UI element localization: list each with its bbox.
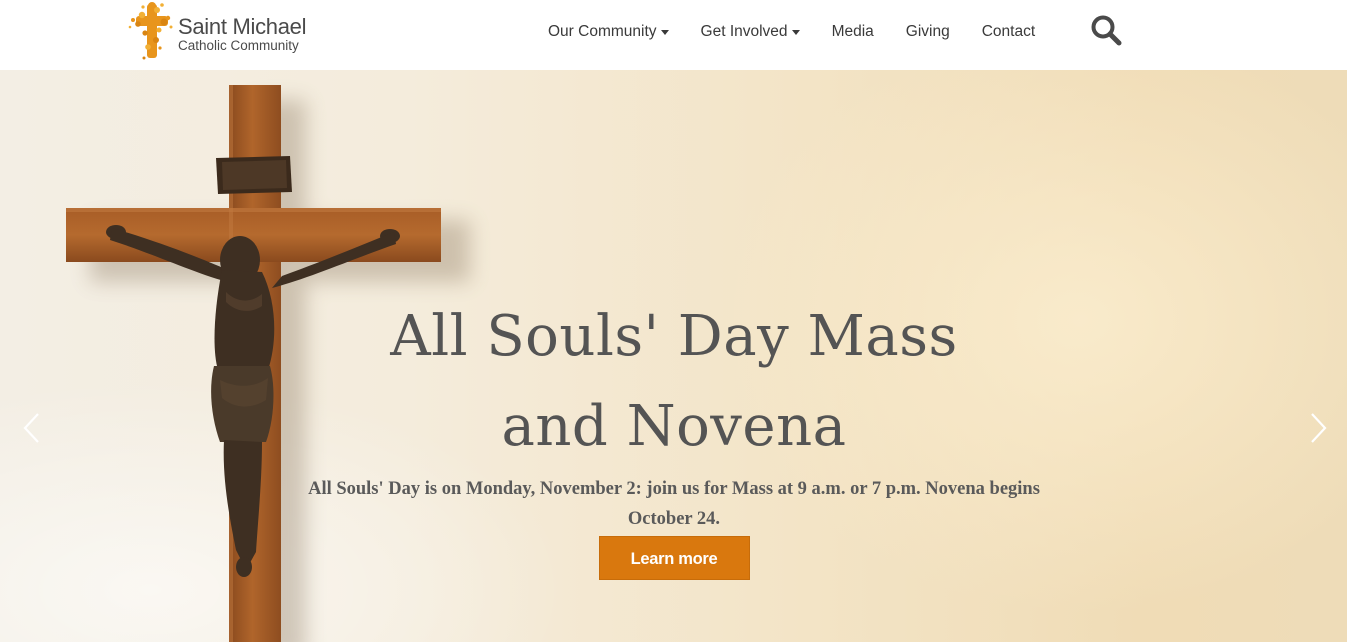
- logo-subtitle: Catholic Community: [178, 37, 299, 53]
- hero-title-line1: All Souls' Day Mass: [390, 304, 958, 369]
- search-button[interactable]: [1089, 13, 1123, 47]
- nav-contact[interactable]: Contact: [966, 23, 1051, 41]
- hero-carousel: All Souls' Day Mass and Novena All Souls…: [0, 70, 1347, 642]
- nav-media-label: Media: [831, 23, 874, 40]
- site-logo[interactable]: Saint Michael Catholic Community: [124, 0, 306, 64]
- chevron-right-icon: [1311, 413, 1327, 443]
- cross-logo-icon: [128, 2, 173, 60]
- hero-description: All Souls' Day is on Monday, November 2:…: [308, 479, 1040, 529]
- logo-name: Saint Michael: [178, 13, 307, 39]
- caret-down-icon: [791, 30, 800, 35]
- main-nav: Our Community Get Involved Media Giving …: [532, 21, 1051, 43]
- nav-get-involved[interactable]: Get Involved: [685, 23, 816, 41]
- site-header: Saint Michael Catholic Community Our Com…: [0, 0, 1347, 70]
- search-icon: [1091, 15, 1122, 46]
- nav-our-community[interactable]: Our Community: [532, 23, 685, 41]
- caret-down-icon: [660, 30, 669, 35]
- nav-contact-label: Contact: [981, 23, 1036, 40]
- carousel-prev-button[interactable]: [20, 410, 44, 446]
- chevron-left-icon: [23, 413, 39, 443]
- nav-giving[interactable]: Giving: [890, 23, 966, 41]
- nav-get-involved-label: Get Involved: [700, 23, 788, 40]
- nav-giving-label: Giving: [905, 23, 950, 40]
- nav-our-community-label: Our Community: [548, 23, 657, 40]
- hero-caption: All Souls' Day Mass and Novena All Souls…: [300, 292, 1048, 580]
- hero-title-line2: and Novena: [501, 394, 847, 459]
- logo-text: Saint Michael Catholic Community: [178, 13, 307, 53]
- carousel-next-button[interactable]: [1306, 410, 1330, 446]
- learn-more-button[interactable]: Learn more: [598, 536, 750, 580]
- nav-media[interactable]: Media: [816, 23, 890, 41]
